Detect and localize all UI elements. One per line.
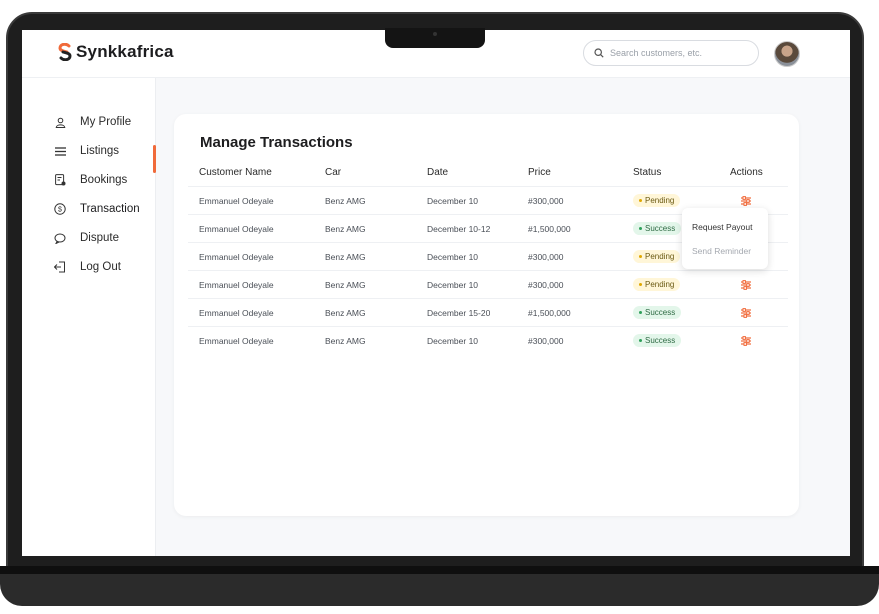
dollar-circle-icon: $: [54, 203, 66, 215]
customer-cell: Emmanuel Odeyale: [199, 336, 274, 346]
date-cell: December 10: [427, 336, 479, 346]
price-cell: #300,000: [528, 280, 564, 290]
car-cell: Benz AMG: [325, 308, 366, 318]
svg-text:$: $: [58, 207, 62, 214]
status-label: Success: [645, 308, 676, 317]
status-dot: [639, 283, 642, 287]
logout-icon: [54, 261, 66, 273]
sidebar-item-bookings[interactable]: Bookings: [54, 170, 127, 190]
car-cell: Benz AMG: [325, 252, 366, 262]
column-header-date[interactable]: Date: [427, 167, 448, 178]
laptop-base: [0, 566, 879, 606]
active-indicator: [153, 145, 156, 173]
sidebar-item-dispute[interactable]: Dispute: [54, 228, 119, 248]
table-row[interactable]: Emmanuel Odeyale Benz AMG December 10 #300,…: [188, 270, 788, 298]
sidebar-item-label: Dispute: [80, 232, 119, 244]
status-badge: Pending: [633, 278, 681, 291]
column-header-status[interactable]: Status: [633, 167, 661, 178]
column-header-customer[interactable]: Customer Name: [199, 167, 272, 178]
date-cell: December 15-20: [427, 308, 491, 318]
date-cell: December 10: [427, 280, 479, 290]
status-dot: [639, 227, 642, 231]
date-cell: December 10-12: [427, 224, 491, 234]
search-box[interactable]: [583, 40, 759, 66]
price-cell: #1,500,000: [528, 308, 571, 318]
status-badge: Success: [633, 334, 682, 347]
search-icon: [594, 48, 604, 58]
brand-logo[interactable]: Synkkafrica: [58, 42, 174, 62]
status-label: Success: [645, 224, 676, 233]
customer-cell: Emmanuel Odeyale: [199, 224, 274, 234]
table-row[interactable]: Emmanuel Odeyale Benz AMG December 10 #300,…: [188, 326, 788, 354]
car-cell: Benz AMG: [325, 224, 366, 234]
status-badge: Success: [633, 222, 682, 235]
send-reminder-item[interactable]: Send Reminder: [692, 246, 751, 256]
sidebar-item-label: Log Out: [80, 261, 121, 273]
user-icon: [54, 116, 66, 128]
page-title: Manage Transactions: [200, 134, 353, 151]
price-cell: #1,500,000: [528, 224, 571, 234]
camera-icon: [433, 32, 437, 36]
status-badge: Pending: [633, 194, 681, 207]
price-cell: #300,000: [528, 196, 564, 206]
date-cell: December 10: [427, 252, 479, 262]
status-dot: [639, 311, 642, 315]
car-cell: Benz AMG: [325, 280, 366, 290]
sliders-icon[interactable]: [740, 278, 752, 290]
list-icon: [54, 145, 66, 157]
sliders-icon[interactable]: [740, 306, 752, 318]
price-cell: #300,000: [528, 336, 564, 346]
sidebar-item-log-out[interactable]: Log Out: [54, 257, 121, 277]
request-payout-item[interactable]: Request Payout: [692, 222, 752, 232]
customer-cell: Emmanuel Odeyale: [199, 308, 274, 318]
status-dot: [639, 199, 642, 203]
status-dot: [639, 255, 642, 259]
brand-name: Synkkafrica: [76, 42, 174, 61]
table-row[interactable]: Emmanuel Odeyale Benz AMG December 15-20 #1…: [188, 298, 788, 326]
customer-cell: Emmanuel Odeyale: [199, 196, 274, 206]
car-cell: Benz AMG: [325, 196, 366, 206]
sidebar-item-label: My Profile: [80, 116, 132, 128]
sliders-icon[interactable]: [740, 334, 752, 346]
price-cell: #300,000: [528, 252, 564, 262]
logo-icon: [58, 43, 72, 61]
sidebar-item-listings[interactable]: Listings: [54, 141, 119, 161]
action-menu: Request Payout Send Reminder: [682, 208, 768, 269]
user-avatar[interactable]: [774, 41, 800, 67]
sidebar-item-label: Listings: [80, 145, 119, 157]
camera-notch: [385, 28, 485, 48]
sidebar-item-label: Bookings: [80, 174, 128, 186]
column-header-price[interactable]: Price: [528, 167, 551, 178]
column-header-car[interactable]: Car: [325, 167, 341, 178]
transactions-card: Manage Transactions Customer Name Car Da…: [174, 114, 799, 516]
status-dot: [639, 339, 642, 343]
status-label: Pending: [645, 196, 675, 205]
sliders-icon[interactable]: [740, 194, 752, 206]
sidebar-item-label: Transaction: [80, 203, 140, 215]
sidebar-item-my-profile[interactable]: My Profile: [54, 112, 131, 132]
calendar-icon: [54, 174, 66, 186]
sidebar-item-transaction[interactable]: $ Transaction: [54, 199, 140, 219]
car-cell: Benz AMG: [325, 336, 366, 346]
customer-cell: Emmanuel Odeyale: [199, 280, 274, 290]
status-label: Success: [645, 336, 676, 345]
status-label: Pending: [645, 280, 675, 289]
sidebar: My Profile Listings Bookings $ Transacti…: [22, 78, 156, 556]
column-header-actions[interactable]: Actions: [730, 167, 763, 178]
status-badge: Success: [633, 306, 682, 319]
status-badge: Pending: [633, 250, 681, 263]
chat-icon: [54, 232, 66, 244]
customer-cell: Emmanuel Odeyale: [199, 252, 274, 262]
app-screen: Synkkafrica My Profile Listings: [22, 30, 850, 556]
search-input[interactable]: [610, 48, 740, 58]
status-label: Pending: [645, 252, 675, 261]
date-cell: December 10: [427, 196, 479, 206]
